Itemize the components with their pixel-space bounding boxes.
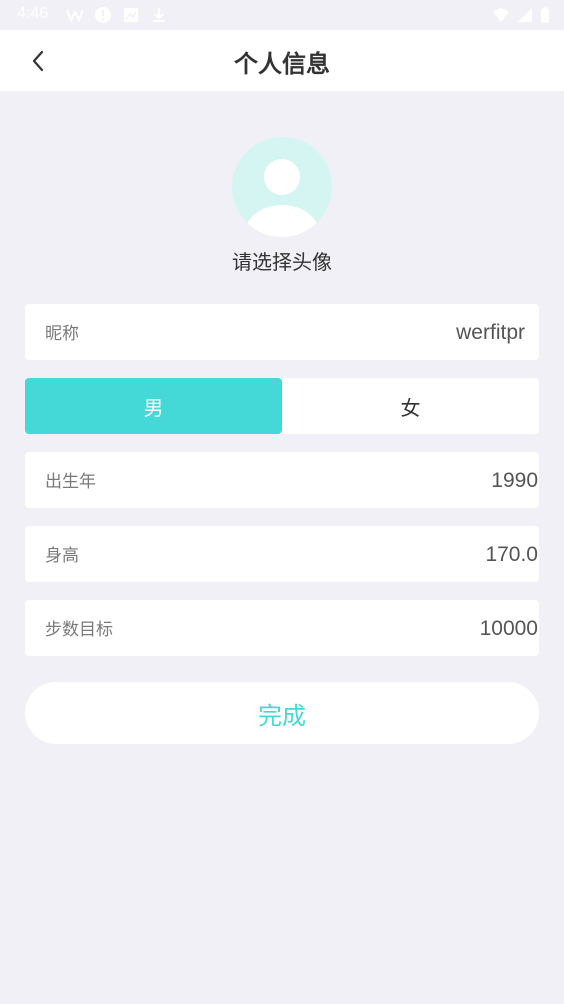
nickname-field[interactable]: 昵称 werfitpr [25, 304, 539, 360]
wifi-icon [493, 8, 509, 22]
nickname-label: 昵称 [45, 324, 79, 344]
height-label: 身高 [45, 546, 79, 566]
gender-male-option[interactable]: 男 [25, 378, 282, 434]
height-field[interactable]: 身高 170.0 [25, 526, 539, 582]
w-icon [66, 9, 84, 23]
step-goal-field[interactable]: 步数目标 10000 [25, 600, 539, 656]
height-value[interactable]: 170.0 [485, 543, 538, 567]
alert-icon [95, 7, 111, 23]
download-icon [153, 8, 165, 22]
done-button[interactable]: 完成 [25, 682, 539, 744]
avatar-picker[interactable] [232, 137, 332, 237]
status-bar: 4:46 [0, 0, 564, 30]
status-icons-left [66, 6, 168, 24]
nickname-value[interactable]: werfitpr [456, 321, 525, 345]
birth-year-value[interactable]: 1990 [491, 469, 538, 493]
signal-icon [518, 8, 532, 22]
battery-icon [540, 7, 550, 23]
step-goal-value[interactable]: 10000 [480, 617, 538, 641]
status-time: 4:46 [17, 5, 49, 22]
avatar-prompt[interactable]: 请选择头像 [0, 246, 564, 275]
user-avatar-icon [244, 159, 320, 237]
image-icon [124, 8, 138, 22]
birth-year-label: 出生年 [45, 472, 96, 492]
step-goal-label: 步数目标 [45, 620, 113, 640]
header-bar: 个人信息 [0, 30, 564, 91]
gender-female-option[interactable]: 女 [282, 378, 539, 434]
page-title: 个人信息 [234, 50, 330, 78]
birth-year-field[interactable]: 出生年 1990 [25, 452, 539, 508]
gender-selector: 男 女 [25, 378, 539, 434]
status-icons-right [492, 6, 550, 24]
